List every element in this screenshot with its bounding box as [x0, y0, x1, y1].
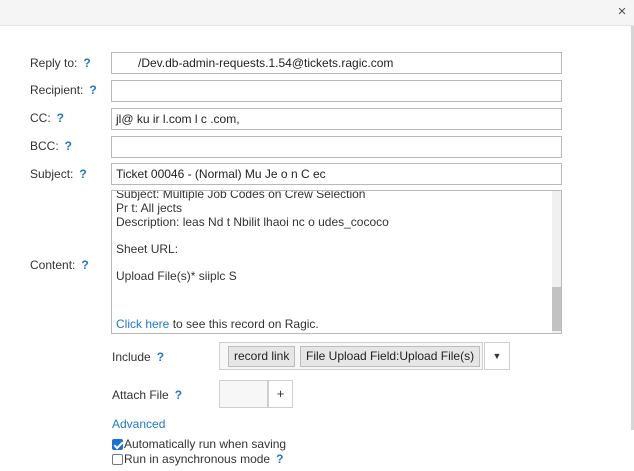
help-icon[interactable]: ?	[81, 258, 88, 272]
help-icon[interactable]: ?	[65, 139, 72, 153]
recipient-label: Recipient:?	[30, 83, 97, 97]
help-icon[interactable]: ?	[79, 167, 86, 181]
help-icon[interactable]: ?	[57, 111, 64, 125]
content-scroll-thumb[interactable]	[552, 287, 561, 331]
help-icon[interactable]: ?	[89, 83, 96, 97]
subject-field[interactable]: Ticket 00046 - (Normal) Mu Je o n C ec	[111, 163, 562, 185]
bcc-field[interactable]	[111, 136, 562, 158]
content-line	[116, 256, 546, 269]
reply-to-label: Reply to:?	[30, 56, 91, 70]
record-link-line: Click here to see this record on Ragic.	[116, 317, 319, 331]
include-label: Include?	[112, 350, 165, 364]
content-line	[116, 229, 546, 242]
content-line: Sheet URL:	[116, 242, 179, 256]
content-line: Upload File(s)* siiplc S	[116, 269, 237, 283]
help-icon[interactable]: ?	[175, 388, 182, 402]
auto-run-label[interactable]: Automatically run when saving	[124, 437, 286, 451]
attach-file-label: Attach File?	[112, 388, 183, 402]
include-dropdown-button[interactable]: ▼	[484, 342, 510, 370]
plus-icon: +	[276, 386, 285, 401]
bcc-label: BCC:?	[30, 139, 73, 153]
include-chip-upload-files[interactable]: File Upload Field:Upload File(s)	[300, 346, 481, 367]
attach-file-area[interactable]	[219, 380, 268, 408]
reply-to-field[interactable]: /Dev.db-admin-requests.1.54@tickets.ragi…	[111, 52, 562, 74]
help-icon[interactable]: ?	[83, 56, 90, 70]
content-line: Pr t: All jects	[116, 201, 183, 215]
recipient-field[interactable]	[111, 80, 562, 102]
cc-field[interactable]: jl@ ku ir l.com l c .com,	[111, 108, 562, 130]
click-here-link[interactable]: Click here	[116, 317, 169, 331]
include-field[interactable]: record link File Upload Field:Upload Fil…	[219, 342, 483, 370]
subject-label: Subject:?	[30, 167, 87, 181]
async-label[interactable]: Run in asynchronous mode?	[124, 452, 283, 466]
auto-run-checkbox[interactable]	[112, 439, 123, 450]
content-editor[interactable]: Subject: Multiple Job Codes on Crew Sele…	[111, 190, 562, 334]
async-checkbox[interactable]	[112, 454, 123, 465]
close-icon[interactable]: ×	[614, 3, 630, 21]
attach-add-button[interactable]: +	[268, 380, 293, 408]
dialog-titlebar: ×	[0, 0, 634, 26]
help-icon[interactable]: ?	[157, 350, 164, 364]
advanced-link[interactable]: Advanced	[112, 417, 165, 431]
chevron-down-icon: ▼	[492, 351, 502, 361]
include-chip-record-link[interactable]: record link	[228, 346, 296, 367]
cc-label: CC:?	[30, 111, 65, 125]
content-line: Subject: Multiple Job Codes on Crew Sele…	[116, 190, 366, 201]
content-label: Content:?	[30, 258, 89, 272]
content-line: Description: leas Nd t Nbilit lhaoi nc o…	[116, 215, 389, 229]
content-body: Subject: Multiple Job Codes on Crew Sele…	[116, 190, 546, 283]
content-scrollbar[interactable]	[552, 191, 561, 333]
help-icon[interactable]: ?	[276, 452, 283, 466]
